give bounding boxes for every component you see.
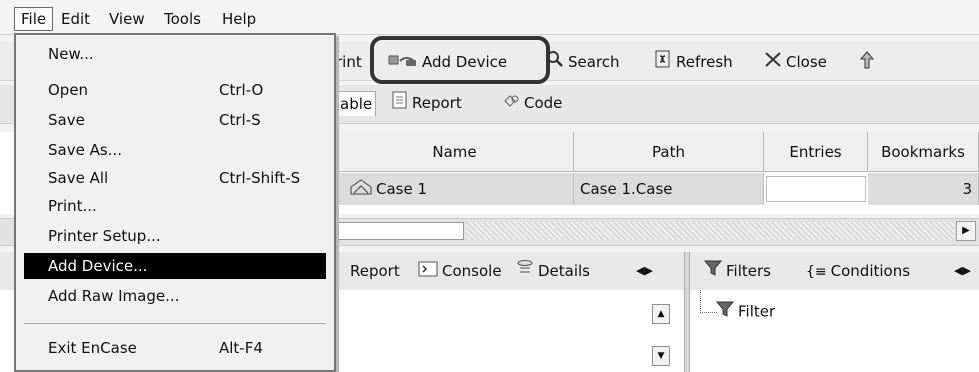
menu-item-add-device-label: Add Device...	[48, 257, 148, 275]
tab-details-label: Details	[538, 262, 591, 280]
chevron-right-icon: ▶	[962, 225, 970, 236]
refresh-button[interactable]: Refresh	[654, 50, 733, 74]
tab-console-label: Console	[442, 262, 502, 280]
menu-item-save-label: Save	[48, 111, 85, 129]
menu-item-exit[interactable]: Exit EnCase Alt-F4	[24, 335, 326, 361]
tab-conditions-label: Conditions	[830, 262, 911, 280]
menu-tools[interactable]: Tools	[158, 8, 207, 30]
tab-console[interactable]: Console	[418, 259, 502, 283]
chevron-down-icon: ▼	[657, 351, 665, 361]
menu-item-new[interactable]: New...	[24, 41, 326, 67]
filter-tree-item[interactable]: Filter	[715, 300, 776, 324]
menu-item-add-raw-image[interactable]: Add Raw Image...	[24, 283, 326, 309]
scrollbar-track[interactable]	[466, 222, 954, 240]
cell-bookmarks: 3	[868, 173, 979, 205]
close-button[interactable]: Close	[764, 50, 827, 74]
menu-item-save-as-label: Save As...	[48, 141, 122, 159]
chevron-left-right-icon: ◀▶	[636, 264, 653, 277]
tab-code-label: Code	[524, 94, 563, 112]
refresh-icon	[654, 50, 672, 75]
tab-scroll-left-right[interactable]: ◀▶	[636, 259, 653, 283]
scroll-down-button[interactable]: ▼	[652, 346, 670, 366]
menu-item-exit-shortcut: Alt-F4	[219, 339, 263, 357]
menu-item-open[interactable]: Open Ctrl-O	[24, 77, 326, 103]
chevron-left-right-icon: ◀▶	[954, 264, 971, 277]
menu-item-open-shortcut: Ctrl-O	[219, 81, 264, 99]
menu-separator	[24, 323, 326, 324]
menu-item-add-device[interactable]: Add Device...	[24, 253, 326, 279]
tab-filters-label: Filters	[726, 262, 771, 280]
menu-file[interactable]: File	[14, 7, 54, 31]
chevron-up-icon: ▲	[657, 309, 665, 319]
conditions-icon: {≡	[806, 263, 827, 280]
report-icon	[392, 91, 408, 116]
menu-item-print-label: Print...	[48, 197, 97, 215]
close-icon	[764, 50, 782, 75]
search-label: Search	[568, 53, 620, 71]
tab-details[interactable]: Details	[516, 259, 590, 283]
search-button[interactable]: Search	[546, 50, 620, 74]
column-header-path[interactable]: Path	[574, 132, 764, 172]
filter-icon	[715, 300, 735, 324]
column-header-bookmarks[interactable]: Bookmarks	[868, 132, 979, 172]
tab-code[interactable]: Code	[502, 91, 562, 115]
menu-item-print[interactable]: Print...	[24, 193, 326, 219]
case-icon	[350, 174, 372, 206]
menu-item-exit-label: Exit EnCase	[48, 339, 137, 357]
add-device-callout	[370, 36, 550, 84]
column-header-entries[interactable]: Entries	[764, 132, 868, 172]
menu-help[interactable]: Help	[216, 8, 262, 30]
tab-table[interactable]: able	[336, 91, 377, 116]
menu-item-save-all-label: Save All	[48, 169, 109, 187]
menu-item-save-shortcut: Ctrl-S	[219, 111, 261, 129]
tab-filters[interactable]: Filters	[703, 259, 771, 284]
menu-item-save-all-shortcut: Ctrl-Shift-S	[219, 169, 301, 187]
tab-report[interactable]: Report	[392, 91, 462, 115]
menu-item-printer-setup-label: Printer Setup...	[48, 227, 161, 245]
scroll-right-button[interactable]: ▶	[956, 221, 976, 241]
menu-edit[interactable]: Edit	[55, 8, 96, 30]
menu-item-save[interactable]: Save Ctrl-S	[24, 107, 326, 133]
menu-bar: File Edit View Tools Help	[0, 0, 979, 35]
up-button[interactable]	[858, 50, 880, 74]
print-button[interactable]: rint	[336, 50, 362, 74]
cell-path: Case 1.Case	[574, 173, 764, 205]
file-menu-dropdown: New... Open Ctrl-O Save Ctrl-S Save As..…	[14, 33, 336, 372]
scroll-up-button[interactable]: ▲	[652, 304, 670, 324]
menu-item-printer-setup[interactable]: Printer Setup...	[24, 223, 326, 249]
close-label: Close	[786, 53, 827, 71]
menu-item-save-as[interactable]: Save As...	[24, 137, 326, 163]
filters-pane: Filter	[690, 290, 979, 372]
code-icon	[502, 92, 520, 116]
column-header-name[interactable]: Name	[336, 132, 574, 172]
print-label: rint	[336, 53, 362, 71]
scrollbar-thumb[interactable]	[330, 222, 464, 240]
tree-line	[700, 290, 717, 313]
tab-lower-report[interactable]: Report	[350, 259, 400, 283]
tab-table-label: able	[340, 95, 373, 113]
menu-item-new-label: New...	[48, 45, 94, 63]
up-icon	[858, 50, 876, 77]
menu-view[interactable]: View	[103, 8, 151, 30]
details-icon	[516, 259, 534, 284]
filter-tree-label: Filter	[738, 302, 776, 321]
case-name: Case 1	[376, 180, 428, 198]
menu-item-open-label: Open	[48, 81, 89, 99]
refresh-label: Refresh	[676, 53, 733, 71]
menu-item-save-all[interactable]: Save All Ctrl-Shift-S	[24, 165, 326, 191]
tab-lower-report-label: Report	[350, 262, 400, 280]
tab-conditions[interactable]: {≡ Conditions	[806, 259, 910, 283]
filter-icon	[703, 259, 723, 284]
tab-scroll-right[interactable]: ◀▶	[954, 259, 971, 283]
menu-item-add-raw-image-label: Add Raw Image...	[48, 287, 180, 305]
cell-name: Case 1	[336, 173, 574, 205]
console-icon	[418, 260, 438, 284]
tab-report-label: Report	[412, 94, 462, 112]
cell-entries	[766, 176, 866, 202]
